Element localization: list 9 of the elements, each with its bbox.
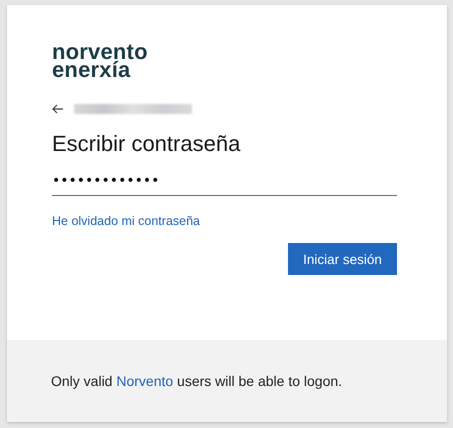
page-title: Escribir contraseña bbox=[52, 131, 242, 157]
back-arrow-icon[interactable] bbox=[52, 104, 64, 114]
logo-text: norvento bbox=[52, 43, 148, 61]
sign-in-button[interactable]: Iniciar sesión bbox=[288, 243, 397, 275]
logo-text: enerxía bbox=[52, 61, 130, 79]
forgot-password-link[interactable]: He olvidado mi contraseña bbox=[52, 214, 200, 228]
norvento-link[interactable]: Norvento bbox=[116, 373, 174, 389]
password-field[interactable]: ••••••••••••• bbox=[52, 171, 397, 196]
footer-text: Only valid Norvento users will be able to logon. bbox=[51, 373, 342, 389]
